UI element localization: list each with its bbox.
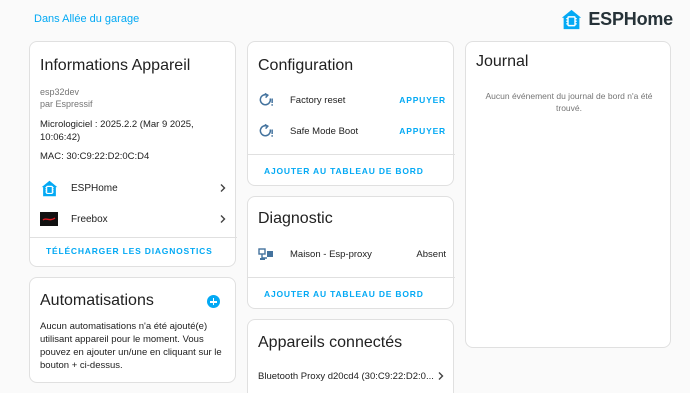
restart-alert-icon: [259, 123, 273, 137]
connected-device-row[interactable]: Bluetooth Proxy d20cd4 (30:C9:22:D2:0...: [258, 368, 446, 384]
freebox-icon: [40, 210, 58, 228]
download-diagnostics-button[interactable]: TÉLÉCHARGER LES DIAGNOSTICS: [46, 246, 213, 256]
automations-title: Automatisations: [40, 292, 154, 309]
press-button[interactable]: APPUYER: [399, 95, 446, 105]
press-button[interactable]: APPUYER: [399, 126, 446, 136]
card-divider: [30, 237, 237, 238]
add-automation-button[interactable]: [207, 295, 220, 308]
device-info-card: Informations Appareil esp32dev par Espre…: [29, 41, 237, 267]
top-bar: Dans Allée du garage ESPHome: [0, 0, 690, 40]
integration-row-esphome[interactable]: ESPHome: [40, 178, 228, 198]
entity-row-esp-proxy[interactable]: Maison - Esp-proxy Absent: [258, 244, 446, 264]
device-info-title: Informations Appareil: [40, 57, 191, 74]
add-to-dashboard-button[interactable]: AJOUTER AU TABLEAU DE BORD: [264, 289, 424, 299]
journal-empty-text: Aucun événement du journal de bord n'a é…: [485, 91, 653, 113]
card-divider: [248, 277, 455, 278]
device-manufacturer: par Espressif: [40, 99, 93, 109]
lan-connect-icon: [258, 248, 273, 260]
connected-devices-card: Appareils connectés Bluetooth Proxy d20c…: [247, 319, 454, 393]
connected-device-label: Bluetooth Proxy d20cd4 (30:C9:22:D2:0...: [258, 370, 434, 382]
entity-row-safe-mode-boot[interactable]: Safe Mode Boot APPUYER: [258, 121, 446, 141]
esphome-logo-icon: [562, 9, 582, 30]
chevron-right-icon: [438, 372, 444, 380]
entity-label: Factory reset: [290, 94, 346, 106]
configuration-title: Configuration: [258, 57, 354, 74]
integration-row-freebox[interactable]: Freebox: [40, 209, 228, 229]
entity-label: Maison - Esp-proxy: [290, 248, 372, 260]
journal-title: Journal: [476, 53, 529, 70]
entity-row-factory-reset[interactable]: Factory reset APPUYER: [258, 90, 446, 110]
add-to-dashboard-button[interactable]: AJOUTER AU TABLEAU DE BORD: [264, 166, 424, 176]
restart-alert-icon: [259, 92, 273, 106]
chevron-right-icon: [220, 215, 226, 223]
brand: ESPHome: [561, 9, 673, 30]
entity-state: Absent: [416, 248, 446, 260]
configuration-card: Configuration Factory reset APPUYER Safe…: [247, 41, 455, 186]
breadcrumb-area-link[interactable]: Dans Allée du garage: [34, 13, 139, 25]
chevron-right-icon: [220, 184, 226, 192]
integration-label: ESPHome: [71, 182, 118, 194]
card-divider: [248, 154, 455, 155]
device-model: esp32dev: [40, 87, 80, 97]
automations-card: Automatisations Aucun automatisations n'…: [29, 277, 236, 383]
diagnostic-card: Diagnostic Maison - Esp-proxy Absent AJO…: [247, 196, 455, 309]
esphome-icon: [40, 179, 58, 197]
firmware-info: Micrologiciel : 2025.2.2 (Mar 9 2025, 10…: [40, 119, 194, 143]
integration-label: Freebox: [71, 213, 108, 225]
journal-card: Journal Aucun événement du journal de bo…: [465, 41, 671, 348]
entity-label: Safe Mode Boot: [290, 125, 359, 137]
connected-devices-title: Appareils connectés: [258, 334, 403, 351]
automations-empty-text: Aucun automatisations n'a été ajouté(e) …: [40, 321, 222, 371]
brand-name: ESPHome: [588, 9, 673, 29]
diagnostic-title: Diagnostic: [258, 210, 333, 227]
mac-address: MAC: 30:C9:22:D2:0C:D4: [40, 151, 150, 162]
